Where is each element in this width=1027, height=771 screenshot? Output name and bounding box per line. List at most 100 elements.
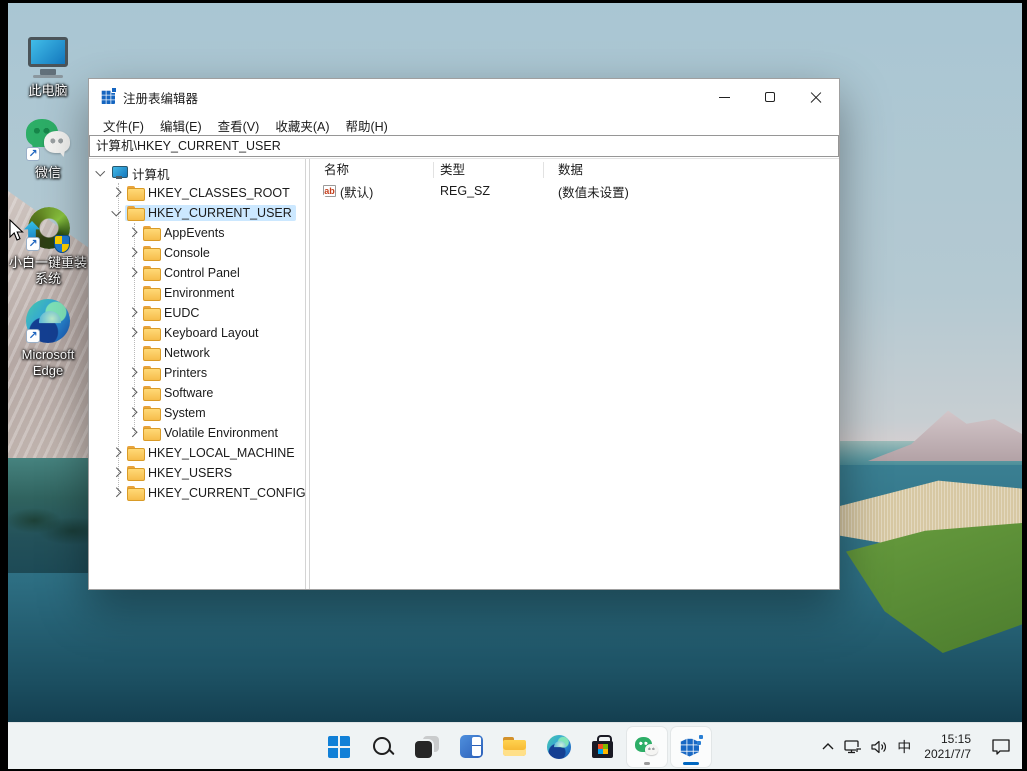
menu-edit[interactable]: 编辑(E) xyxy=(152,114,210,137)
tree-node[interactable]: HKEY_USERS xyxy=(125,465,236,481)
store-taskbar-button[interactable] xyxy=(583,727,623,767)
menu-file[interactable]: 文件(F) xyxy=(95,114,152,137)
list-header: 名称类型数据 xyxy=(310,159,839,181)
tree-item[interactable]: Volatile Environment xyxy=(89,423,305,443)
column-header-1[interactable]: 类型 xyxy=(434,162,544,178)
minimize-icon xyxy=(719,97,730,98)
tree-item[interactable]: Console xyxy=(89,243,305,263)
tree-node[interactable]: Software xyxy=(141,385,217,401)
notification-center-icon[interactable] xyxy=(990,737,1012,757)
tree-item[interactable]: HKEY_CURRENT_CONFIG xyxy=(89,483,305,503)
menu-bar: 文件(F)编辑(E)查看(V)收藏夹(A)帮助(H) xyxy=(89,115,839,135)
taskbar-clock[interactable]: 15:15 2021/7/7 xyxy=(920,732,975,762)
tree-item[interactable]: Environment xyxy=(89,283,305,303)
task-view-taskbar-button[interactable] xyxy=(407,727,447,767)
tree-node[interactable]: Printers xyxy=(141,365,211,381)
tree-node[interactable]: Volatile Environment xyxy=(141,425,282,441)
tree-item[interactable]: HKEY_LOCAL_MACHINE xyxy=(89,443,305,463)
tree-item[interactable]: HKEY_USERS xyxy=(89,463,305,483)
desktop-icon-label: 微信 xyxy=(8,165,88,181)
folder-icon xyxy=(127,446,145,460)
column-header-2[interactable]: 数据 xyxy=(544,162,839,178)
tree-item[interactable]: HKEY_CLASSES_ROOT xyxy=(89,183,305,203)
desktop-icon-edge[interactable]: Microsoft Edge xyxy=(8,297,88,379)
running-indicator xyxy=(644,762,650,765)
chevron-right-icon[interactable] xyxy=(109,485,125,501)
wechat-taskbar-button[interactable] xyxy=(627,727,667,767)
tree-node[interactable]: Control Panel xyxy=(141,265,244,281)
menu-help[interactable]: 帮助(H) xyxy=(337,114,395,137)
regedit-taskbar-button[interactable] xyxy=(671,727,711,767)
taskbar: 中 15:15 2021/7/7 xyxy=(8,722,1022,769)
menu-view[interactable]: 查看(V) xyxy=(210,114,268,137)
address-bar[interactable]: 计算机\HKEY_CURRENT_USER xyxy=(89,135,839,157)
chevron-right-icon[interactable] xyxy=(125,385,141,401)
desktop-icon-this-pc[interactable]: 此电脑 xyxy=(8,33,88,99)
tree-item-label: Network xyxy=(164,346,210,360)
network-icon[interactable] xyxy=(843,739,863,755)
menu-favorites[interactable]: 收藏夹(A) xyxy=(267,114,337,137)
screen: 此电脑微信小白一键重装系统Microsoft Edge 注册表编辑器 文件(F)… xyxy=(0,0,1027,771)
chevron-right-icon[interactable] xyxy=(125,325,141,341)
minimize-button[interactable] xyxy=(701,79,747,115)
chevron-right-icon[interactable] xyxy=(125,425,141,441)
registry-tree: 计算机HKEY_CLASSES_ROOT HKEY_CURRENT_USER App… xyxy=(89,159,305,589)
title-bar[interactable]: 注册表编辑器 xyxy=(89,79,839,115)
value-type-cell: REG_SZ xyxy=(434,184,544,198)
desktop-icon-label: 此电脑 xyxy=(8,83,88,99)
tree-node[interactable]: HKEY_CLASSES_ROOT xyxy=(125,185,294,201)
widgets-taskbar-button[interactable] xyxy=(451,727,491,767)
chevron-down-icon[interactable] xyxy=(109,205,125,221)
search-taskbar-button[interactable] xyxy=(363,727,403,767)
window-title: 注册表编辑器 xyxy=(123,88,198,107)
chevron-right-icon[interactable] xyxy=(125,225,141,241)
chevron-right-icon[interactable] xyxy=(125,405,141,421)
ime-indicator[interactable]: 中 xyxy=(895,737,913,757)
desktop-icon-wechat[interactable]: 微信 xyxy=(8,115,88,181)
tree-node[interactable]: Keyboard Layout xyxy=(141,325,263,341)
tree-item[interactable]: HKEY_CURRENT_USER xyxy=(89,203,305,223)
start-taskbar-button[interactable] xyxy=(319,727,359,767)
wechat-white-bubble-icon xyxy=(44,131,70,153)
tree-item-label: HKEY_CURRENT_CONFIG xyxy=(148,486,305,500)
value-row[interactable]: ab(默认)REG_SZ(数值未设置) xyxy=(310,181,839,201)
chevron-down-icon[interactable] xyxy=(93,165,109,181)
column-header-0[interactable]: 名称 xyxy=(310,162,434,178)
tree-node[interactable]: Console xyxy=(141,245,214,261)
tree-node[interactable]: HKEY_LOCAL_MACHINE xyxy=(125,445,299,461)
chevron-right-icon[interactable] xyxy=(109,465,125,481)
maximize-button[interactable] xyxy=(747,79,793,115)
file-explorer-taskbar-button[interactable] xyxy=(495,727,535,767)
tree-item[interactable]: Keyboard Layout xyxy=(89,323,305,343)
close-button[interactable] xyxy=(793,79,839,115)
chevron-right-icon[interactable] xyxy=(125,265,141,281)
chevron-right-icon[interactable] xyxy=(109,445,125,461)
tree-item-label: EUDC xyxy=(164,306,199,320)
tree-node[interactable]: Environment xyxy=(141,285,238,301)
chevron-right-icon[interactable] xyxy=(109,185,125,201)
tree-node[interactable]: HKEY_CURRENT_USER xyxy=(125,205,296,221)
tree-node[interactable]: EUDC xyxy=(141,305,203,321)
tree-item[interactable]: AppEvents xyxy=(89,223,305,243)
tree-item[interactable]: Software xyxy=(89,383,305,403)
tree-node[interactable]: 计算机 xyxy=(109,163,174,184)
tree-node[interactable]: System xyxy=(141,405,210,421)
tree-node[interactable]: HKEY_CURRENT_CONFIG xyxy=(125,485,305,501)
chevron-right-icon[interactable] xyxy=(125,245,141,261)
tree-item-label: HKEY_CURRENT_USER xyxy=(148,206,292,220)
volume-icon[interactable] xyxy=(870,739,888,755)
chevron-right-icon[interactable] xyxy=(125,305,141,321)
chevron-right-icon[interactable] xyxy=(125,365,141,381)
tray-chevron-up-icon[interactable] xyxy=(820,739,836,755)
tree-node[interactable]: AppEvents xyxy=(141,225,228,241)
tree-item[interactable]: System xyxy=(89,403,305,423)
tree-node[interactable]: Network xyxy=(141,345,214,361)
tree-item[interactable]: Control Panel xyxy=(89,263,305,283)
tree-item[interactable]: Printers xyxy=(89,363,305,383)
window-controls xyxy=(701,79,839,115)
tree-item[interactable]: 计算机 xyxy=(89,163,305,183)
edge-taskbar-button[interactable] xyxy=(539,727,579,767)
tree-item[interactable]: Network xyxy=(89,343,305,363)
folder-icon xyxy=(127,206,145,220)
tree-item[interactable]: EUDC xyxy=(89,303,305,323)
